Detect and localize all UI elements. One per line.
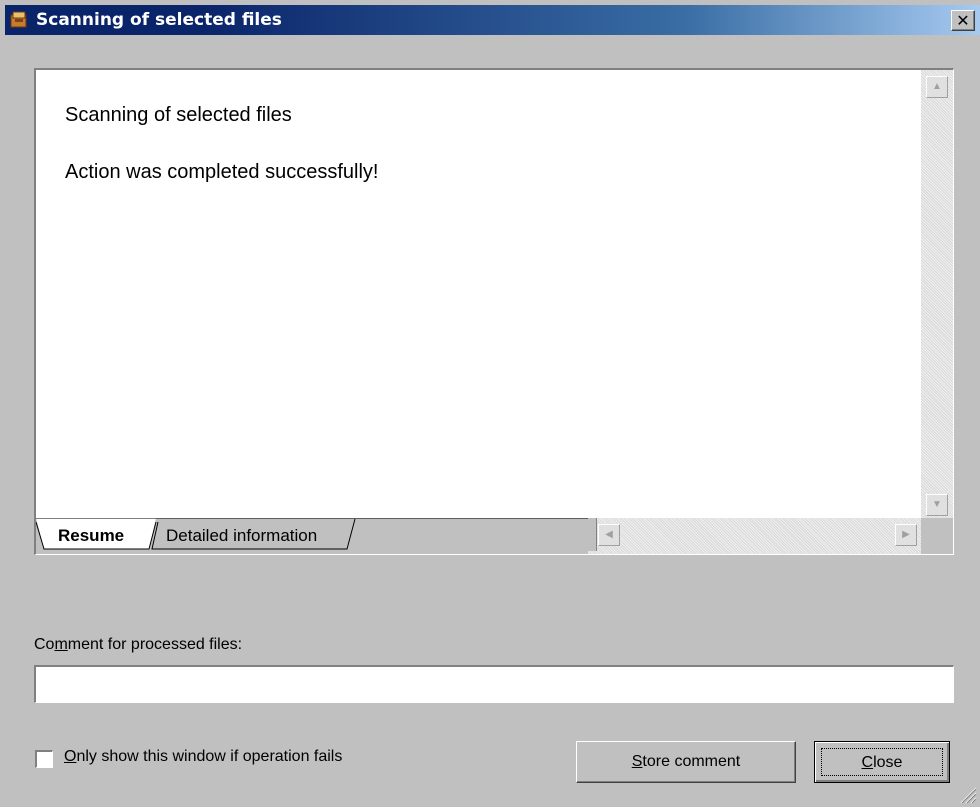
horizontal-scrollbar[interactable]: ◀ ▶: [588, 518, 921, 554]
comment-input[interactable]: [34, 665, 954, 703]
report-content: Scanning of selected files Action was co…: [36, 70, 921, 518]
title-bar[interactable]: Scanning of selected files ✕: [5, 5, 980, 35]
close-button[interactable]: Close: [814, 741, 950, 783]
dialog-window: Scanning of selected files ✕ Scanning of…: [0, 0, 980, 807]
close-button-focus: Close: [821, 748, 943, 776]
report-message: Action was completed successfully!: [65, 161, 379, 183]
close-window-button[interactable]: ✕: [951, 10, 975, 31]
comment-label: Comment for processed files:: [34, 636, 243, 653]
scroll-right-arrow-icon[interactable]: ▶: [895, 524, 917, 546]
scroll-left-arrow-icon[interactable]: ◀: [598, 524, 620, 546]
close-icon: ✕: [956, 11, 970, 30]
scroll-corner: [921, 518, 953, 554]
vertical-scrollbar[interactable]: ▲ ▼: [921, 70, 953, 518]
report-heading: Scanning of selected files: [65, 104, 292, 126]
hscroll-split-handle[interactable]: [588, 518, 597, 551]
only-show-on-fail-checkbox[interactable]: [35, 750, 53, 768]
scroll-up-arrow-icon[interactable]: ▲: [926, 76, 948, 98]
report-panel: Scanning of selected files Action was co…: [34, 68, 954, 555]
scroll-down-arrow-icon[interactable]: ▼: [926, 494, 948, 516]
app-icon: [10, 11, 27, 28]
only-show-on-fail-label[interactable]: Only show this window if operation fails: [64, 748, 342, 766]
tab-detailed-information[interactable]: Detailed information: [166, 526, 317, 546]
tab-resume[interactable]: Resume: [58, 526, 124, 546]
resize-grip-icon[interactable]: [957, 784, 977, 804]
window-title: Scanning of selected files: [36, 10, 282, 30]
store-comment-button[interactable]: Store comment: [576, 741, 796, 783]
